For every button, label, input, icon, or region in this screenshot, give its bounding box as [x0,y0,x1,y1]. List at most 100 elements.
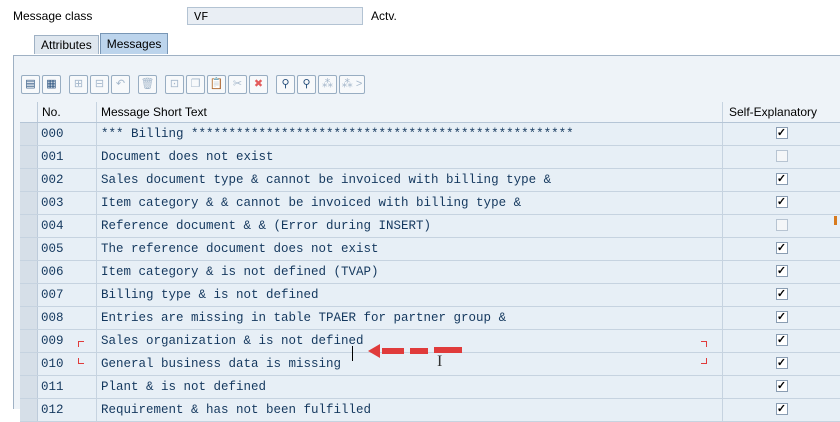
message-short-text[interactable]: Item category & is not defined (TVAP) [97,261,723,283]
table-body: 000 *** Billing *************************… [20,123,840,422]
delete-icon: 🗑 [140,78,155,90]
row-selector[interactable] [20,192,38,214]
select-all-rows-cell[interactable] [20,102,38,122]
tab-attributes[interactable]: Attributes [34,35,99,54]
message-short-text[interactable]: The reference document does not exist [97,238,723,260]
message-short-text[interactable]: Reference document & & (Error during INS… [97,215,723,237]
message-class-field[interactable]: VF [187,7,363,25]
append-row-button[interactable]: ⊟ [90,75,109,94]
table-row: 005 The reference document does not exist… [20,238,840,261]
self-explanatory-checkbox[interactable]: ✓ [775,196,788,208]
insert-row-button[interactable]: ⊞ [69,75,88,94]
message-short-text[interactable]: Requirement & has not been fulfilled [97,399,723,421]
undo-icon: ↶ [115,78,126,90]
row-selector[interactable] [20,169,38,191]
table-row: 002 Sales document type & cannot be invoi… [20,169,840,192]
column-header-self-explanatory[interactable]: Self-Explanatory [723,102,840,122]
paste-button[interactable]: 📋 [207,75,226,94]
message-short-text[interactable]: Item category & & cannot be invoiced wit… [97,192,723,214]
row-selector[interactable] [20,353,38,375]
message-number[interactable]: 005 [38,238,97,260]
table-row: 003 Item category & & cannot be invoiced … [20,192,840,215]
message-number[interactable]: 011 [38,376,97,398]
row-selector[interactable] [20,123,38,145]
find-button[interactable]: ⚲ [276,75,295,94]
column-header-text[interactable]: Message Short Text [97,102,723,122]
self-explanatory-checkbox[interactable]: ✓ [775,173,788,185]
next-page-icon: ⁂ [341,78,353,90]
row-selector[interactable] [20,330,38,352]
paste-icon: 📋 [209,78,224,90]
row-selector[interactable] [20,215,38,237]
message-number[interactable]: 012 [38,399,97,421]
self-explanatory-checkbox[interactable]: ✓ [775,380,788,392]
message-number[interactable]: 010 [38,353,97,375]
message-short-text[interactable]: Document does not exist [97,146,723,168]
self-explanatory-checkbox[interactable]: ✓ [775,265,788,277]
previous-page-button[interactable]: ⁂ [318,75,337,94]
undo-button[interactable]: ↶ [111,75,130,94]
self-explanatory-cell: ✓ [723,330,840,352]
message-short-text[interactable]: Entries are missing in table TPAER for p… [97,307,723,329]
arrow-head [368,344,380,358]
next-page-button[interactable]: ⁂ > [339,75,365,94]
self-explanatory-cell: ✓ [723,353,840,375]
message-number[interactable]: 004 [38,215,97,237]
message-number[interactable]: 009 [38,330,97,352]
table-toolbar: ▤ ▦ ⊞ ⊟ ↶ 🗑 ⊡ ❐ 📋 ✂ ✖ ⚲ ⚲ ⁂ ⁂ > [21,75,367,94]
self-explanatory-cell: ✓ [723,376,840,398]
row-selector[interactable] [20,238,38,260]
tab-messages[interactable]: Messages [99,33,169,54]
row-selector[interactable] [20,307,38,329]
select-all-icon: ⊡ [169,78,180,90]
table-row: 007 Billing type & is not defined ✓ [20,284,840,307]
select-all-button[interactable]: ⊡ [165,75,184,94]
self-explanatory-checkbox[interactable]: ✓ [775,357,788,369]
detail-view-button[interactable]: ▤ [21,75,40,94]
copy-button[interactable]: ❐ [186,75,205,94]
find-next-icon: ⚲ [302,78,311,90]
row-selector[interactable] [20,146,38,168]
message-number[interactable]: 008 [38,307,97,329]
self-explanatory-checkbox[interactable]: ✓ [775,311,788,323]
table-row: 001 Document does not exist [20,146,840,169]
object-list-icon: ▦ [46,78,57,90]
cut-button[interactable]: ✂ [228,75,247,94]
table-row: 012 Requirement & has not been fulfilled ✓ [20,399,840,422]
self-explanatory-checkbox[interactable] [775,219,788,231]
delete-rows-button[interactable]: ✖ [249,75,268,94]
self-explanatory-cell: ✓ [723,123,840,145]
arrow-dash-2 [410,348,428,354]
self-explanatory-checkbox[interactable]: ✓ [775,334,788,346]
row-selector[interactable] [20,376,38,398]
self-explanatory-checkbox[interactable]: ✓ [775,242,788,254]
self-explanatory-checkbox[interactable] [775,150,788,162]
message-short-text[interactable]: Sales document type & cannot be invoiced… [97,169,723,191]
message-number[interactable]: 006 [38,261,97,283]
self-explanatory-checkbox[interactable]: ✓ [775,127,788,139]
edit-marker-bottom-right [701,358,707,364]
self-explanatory-checkbox[interactable]: ✓ [775,403,788,415]
append-row-icon: ⊟ [94,78,105,90]
previous-page-icon: ⁂ [322,78,333,90]
object-list-button[interactable]: ▦ [42,75,61,94]
message-short-text[interactable]: Plant & is not defined [97,376,723,398]
message-number[interactable]: 007 [38,284,97,306]
row-selector[interactable] [20,399,38,421]
message-short-text[interactable]: *** Billing ****************************… [97,123,723,145]
row-selector[interactable] [20,261,38,283]
table-row: 004 Reference document & & (Error during … [20,215,840,238]
self-explanatory-cell: ✓ [723,192,840,214]
self-explanatory-checkbox[interactable]: ✓ [775,288,788,300]
self-explanatory-cell: ✓ [723,399,840,421]
message-number[interactable]: 003 [38,192,97,214]
column-header-no[interactable]: No. [38,102,97,122]
message-number[interactable]: 001 [38,146,97,168]
message-number[interactable]: 000 [38,123,97,145]
message-short-text[interactable]: Billing type & is not defined [97,284,723,306]
delete-button[interactable]: 🗑 [138,75,157,94]
row-selector[interactable] [20,284,38,306]
edit-marker-top-left [78,341,84,347]
message-number[interactable]: 002 [38,169,97,191]
find-next-button[interactable]: ⚲ [297,75,316,94]
